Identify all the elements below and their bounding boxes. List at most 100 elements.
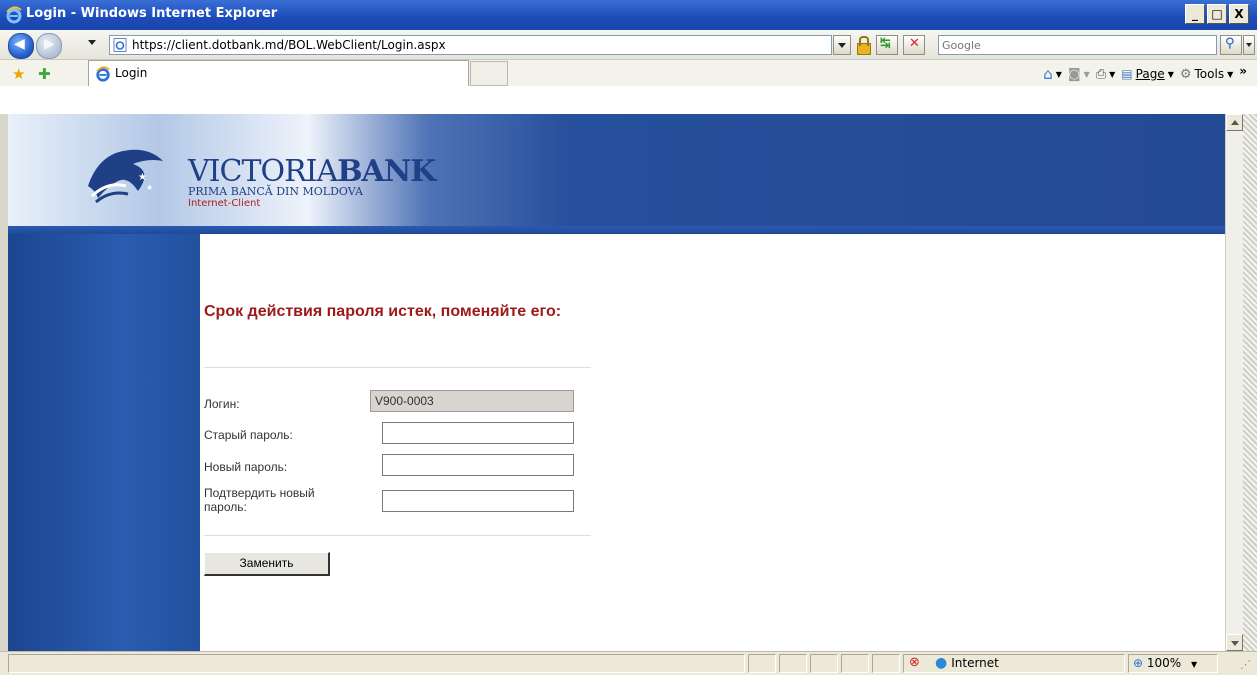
status-bar: ⊗ ● Internet ⊕ 100% ▼ ⋰ <box>0 651 1257 675</box>
home-button[interactable]: ⌂ ▼ <box>1043 65 1062 83</box>
status-panel <box>779 654 807 673</box>
title-bar[interactable]: Login - Windows Internet Explorer _ □ X <box>0 0 1257 30</box>
divider <box>204 367 591 368</box>
globe-icon: ● <box>935 655 948 671</box>
tab-login[interactable]: Login <box>88 60 469 86</box>
chevron-down-icon: ▼ <box>1227 69 1234 79</box>
add-favorites-icon[interactable]: ✚ <box>38 65 51 83</box>
chevron-down-icon <box>1246 43 1252 47</box>
old-password-label: Старый пароль: <box>204 428 293 442</box>
minimize-button[interactable]: _ <box>1185 4 1205 24</box>
search-input[interactable] <box>942 37 1212 53</box>
lock-icon[interactable] <box>855 35 871 55</box>
zoom-icon: ⊕ <box>1133 656 1144 670</box>
new-password-input[interactable] <box>382 454 574 476</box>
status-panel <box>872 654 900 673</box>
old-password-input[interactable] <box>382 422 574 444</box>
arrow-left-icon: ◀ <box>14 36 25 52</box>
left-sidebar <box>8 234 200 651</box>
page-icon: ▤ <box>1121 67 1133 81</box>
svg-text:★: ★ <box>138 172 147 183</box>
feeds-icon: ◙ <box>1067 66 1081 82</box>
stop-icon: ✕ <box>909 36 920 51</box>
confirm-password-label: Подтвердить новый пароль: <box>204 486 315 514</box>
brand-name-bold: BANK <box>337 154 436 189</box>
zoom-level: 100% <box>1146 656 1182 670</box>
window-frame-right <box>1243 114 1257 675</box>
scroll-up-button[interactable] <box>1226 114 1243 131</box>
brand-name-light: VICTORIA <box>188 154 338 189</box>
page-menu-label: Page <box>1135 67 1165 81</box>
ie-page-icon <box>113 38 127 52</box>
chevron-down-icon <box>838 43 846 48</box>
history-dropdown-icon[interactable] <box>88 40 96 45</box>
search-button[interactable]: ⚲ <box>1220 35 1242 55</box>
back-button[interactable]: ◀ <box>8 33 34 59</box>
url-text: https://client.dotbank.md/BOL.WebClient/… <box>132 38 446 52</box>
arrow-right-icon: ▶ <box>44 36 55 52</box>
printer-icon: ⎙ <box>1095 66 1107 82</box>
chevron-down-icon: ▼ <box>1191 660 1198 669</box>
stop-button[interactable]: ✕ <box>903 35 925 55</box>
favorites-star-icon[interactable]: ★ <box>12 65 25 83</box>
ie-logo-icon <box>6 6 22 24</box>
divider <box>204 535 591 536</box>
status-text-panel <box>8 654 745 673</box>
status-panel <box>748 654 776 673</box>
bank-brand: VICTORIABANK PRIMA BANCĂ DIN MOLDOVA Int… <box>188 154 436 209</box>
login-field: V900-0003 <box>370 390 574 412</box>
address-dropdown-button[interactable] <box>833 35 851 55</box>
page-menu[interactable]: ▤ Page ▼ <box>1121 67 1174 81</box>
zone-label: Internet <box>951 656 999 670</box>
search-box[interactable] <box>938 35 1217 55</box>
chevron-down-icon: ▼ <box>1083 69 1090 79</box>
popup-blocked-icon[interactable]: ⊗ <box>909 655 920 670</box>
print-button[interactable]: ⎙ ▼ <box>1096 67 1116 82</box>
security-zone[interactable]: ● Internet <box>935 655 999 671</box>
ie-tab-icon <box>96 66 110 82</box>
page-title: Срок действия пароля истек, поменяйте ег… <box>204 303 562 320</box>
gear-icon: ⚙ <box>1179 66 1192 82</box>
banner-divider <box>8 226 1225 234</box>
browser-window: Login - Windows Internet Explorer _ □ X … <box>0 0 1257 675</box>
refresh-icon: ↹ <box>880 36 891 51</box>
vertical-scrollbar[interactable] <box>1225 114 1243 651</box>
brand-product: Internet-Client <box>188 198 261 209</box>
browser-toolbar: ◀ ▶ https://client.dotbank.md/BOL.WebCli… <box>0 30 1257 86</box>
new-password-label: Новый пароль: <box>204 460 288 474</box>
new-tab-button[interactable] <box>470 61 508 86</box>
scroll-down-button[interactable] <box>1226 634 1243 651</box>
tools-menu-label: Tools <box>1194 67 1225 81</box>
home-icon: ⌂ <box>1043 65 1053 83</box>
maximize-button[interactable]: □ <box>1207 4 1227 24</box>
page-viewport: ★ ★ VICTORIABANK PRIMA BANCĂ DIN MOLDOVA… <box>8 114 1225 651</box>
chevron-down-icon: ▼ <box>1167 69 1174 79</box>
login-label: Логин: <box>204 397 240 411</box>
victoriabank-logo-icon: ★ ★ <box>88 149 163 204</box>
status-panel <box>810 654 838 673</box>
chevron-down-icon: ▼ <box>1109 69 1116 79</box>
zoom-control[interactable]: ⊕ 100% ▼ <box>1133 656 1197 670</box>
tools-menu[interactable]: ⚙ Tools ▼ <box>1180 67 1233 82</box>
close-button[interactable]: X <box>1229 4 1249 24</box>
confirm-password-input[interactable] <box>382 490 574 512</box>
tab-label: Login <box>115 66 148 80</box>
window-frame-left <box>0 114 8 675</box>
feeds-button[interactable]: ◙ ▼ <box>1068 67 1090 82</box>
refresh-button[interactable]: ↹ <box>876 35 898 55</box>
window-title: Login - Windows Internet Explorer <box>26 6 278 21</box>
submit-button[interactable]: Заменить <box>204 552 330 576</box>
search-options-button[interactable] <box>1243 35 1255 55</box>
search-icon: ⚲ <box>1225 36 1235 51</box>
chevron-down-icon <box>1231 641 1239 646</box>
bank-header-banner: ★ ★ VICTORIABANK PRIMA BANCĂ DIN MOLDOVA… <box>8 114 1225 234</box>
chevron-down-icon: ▼ <box>1055 69 1062 79</box>
brand-name: VICTORIABANK <box>188 154 436 189</box>
svg-text:★: ★ <box>146 183 153 192</box>
more-commands-button[interactable]: » <box>1239 64 1247 78</box>
resize-grip-icon[interactable]: ⋰ <box>1240 658 1251 671</box>
forward-button[interactable]: ▶ <box>36 33 62 59</box>
address-bar[interactable]: https://client.dotbank.md/BOL.WebClient/… <box>109 35 832 55</box>
status-panel <box>841 654 869 673</box>
chevron-up-icon <box>1231 120 1239 125</box>
